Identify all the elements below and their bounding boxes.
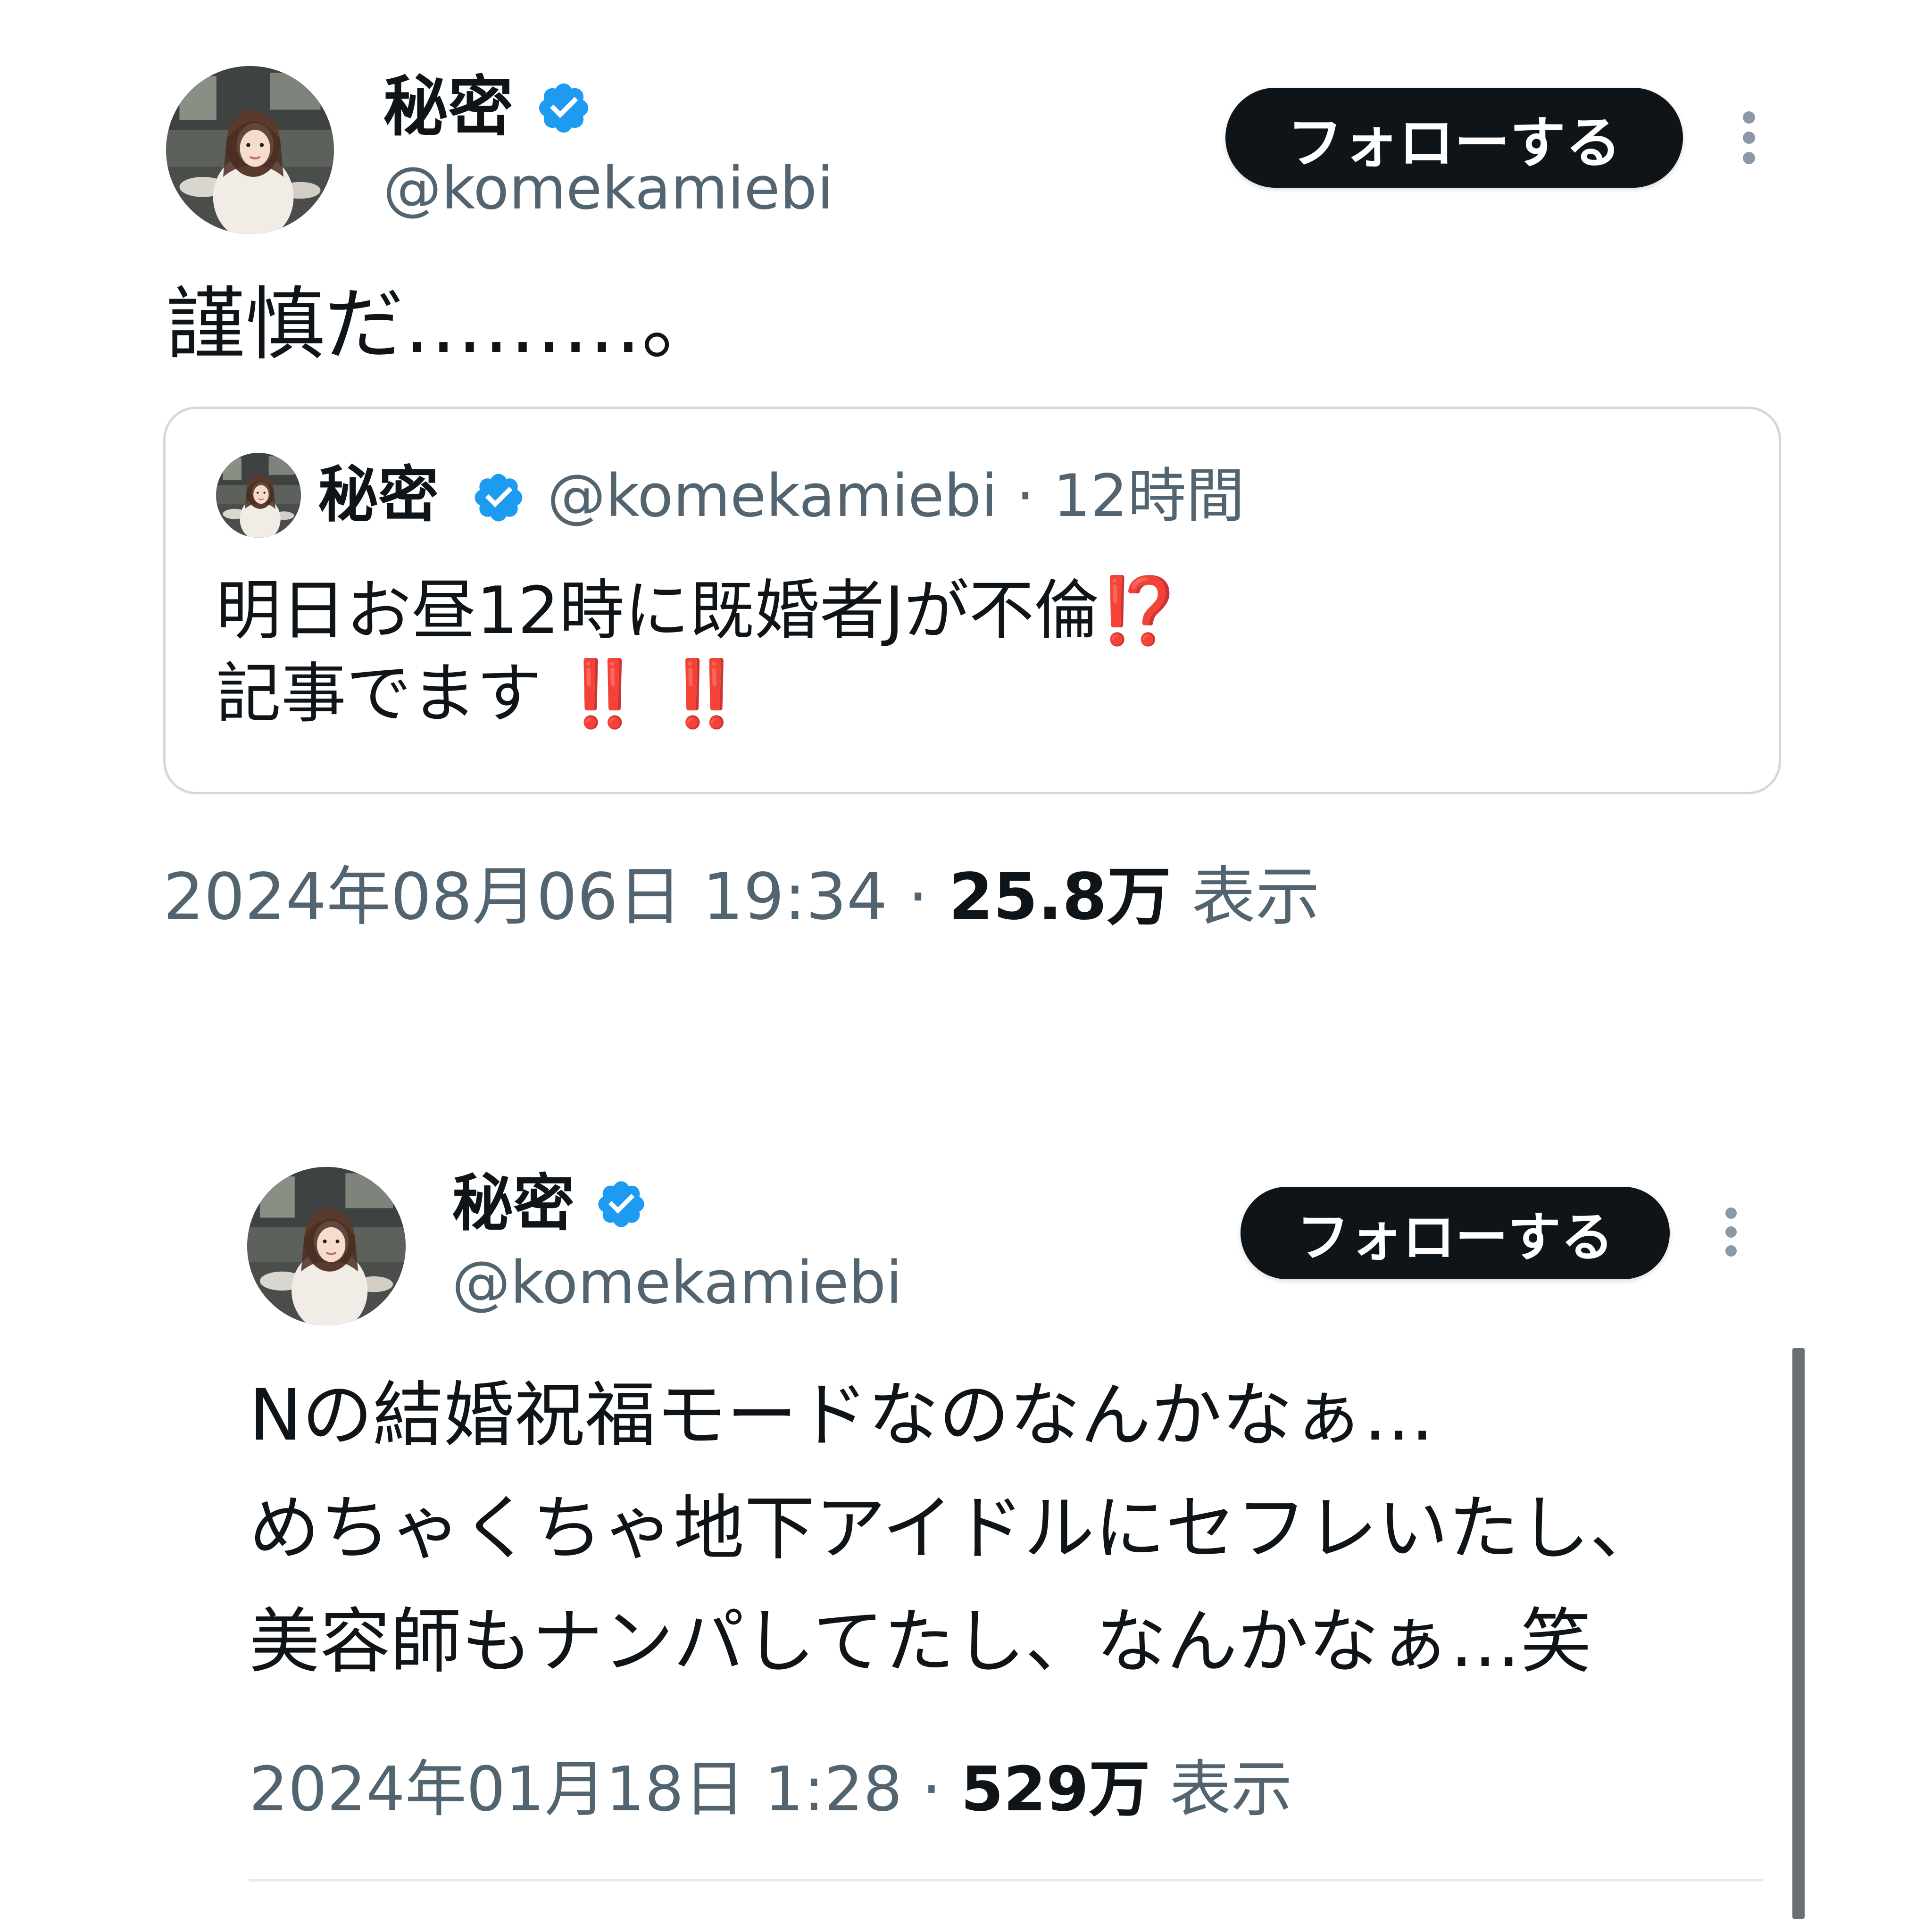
follow-button[interactable]: フォローする <box>1241 1187 1670 1279</box>
verified-badge-icon <box>535 79 592 137</box>
more-vertical-icon[interactable] <box>1722 1208 1740 1257</box>
profile-photo-avatar <box>216 453 301 538</box>
quoted-time-ago: 12時間 <box>1053 462 1245 530</box>
quoted-author-display-name: 秘密 <box>318 460 439 530</box>
author-handle[interactable]: @komekamiebi <box>452 1254 902 1312</box>
author-display-name[interactable]: 秘密 <box>383 75 513 140</box>
quoted-tweet-line-1: 明日お昼12時に既婚者Jが不倫⁉️ <box>216 578 1180 643</box>
scrollbar[interactable] <box>1792 1348 1805 1919</box>
tweet-text-line-2: めちゃくちゃ地下アイドルにセフレいたし、 <box>249 1488 1661 1570</box>
follow-button[interactable]: フォローする <box>1225 88 1683 188</box>
views-count: 529万 <box>960 1753 1150 1825</box>
author-avatar[interactable] <box>247 1167 406 1325</box>
tweet-meta: 2024年01月18日 1:28 · 529万 表示 <box>249 1758 1292 1820</box>
author-display-name[interactable]: 秘密 <box>452 1173 575 1234</box>
views-count: 25.8万 <box>949 860 1171 934</box>
tweet-text-line-3: 美容師もナンパしてたし、なんかなぁ…笑 <box>249 1601 1591 1683</box>
profile-photo-avatar <box>166 66 334 234</box>
tweet-text: 謹慎だ………。 <box>166 278 721 371</box>
verified-badge-icon <box>594 1177 648 1231</box>
double-exclamation-icon: ‼️ <box>664 656 745 732</box>
more-vertical-icon[interactable] <box>1740 111 1758 164</box>
double-exclamation-icon: ‼️ <box>562 656 643 732</box>
profile-photo-avatar <box>247 1167 406 1325</box>
quoted-author-avatar <box>216 453 301 538</box>
quoted-author-handle-and-time: @komekamiebi · 12時間 <box>547 467 1245 525</box>
verified-badge-icon <box>471 470 526 525</box>
author-handle[interactable]: @komekamiebi <box>383 159 833 218</box>
tweet-meta: 2024年08月06日 19:34 · 25.8万 表示 <box>163 865 1320 929</box>
separator-dot: · <box>908 860 928 934</box>
views-label: 表示 <box>1191 860 1320 934</box>
tweet-text-line-1: Nの結婚祝福モードなのなんかなぁ… <box>249 1374 1434 1457</box>
author-avatar[interactable] <box>166 66 334 234</box>
separator-dot: · <box>922 1753 941 1825</box>
tweet-timestamp[interactable]: 2024年01月18日 1:28 <box>249 1753 902 1825</box>
quoted-handle: @komekamiebi <box>547 462 998 530</box>
separator-dot: · <box>1016 462 1035 530</box>
views-label: 表示 <box>1169 1753 1292 1825</box>
tweet-timestamp[interactable]: 2024年08月06日 19:34 <box>163 860 887 934</box>
quoted-text-line-1: 明日お昼12時に既婚者Jが不倫 <box>216 573 1099 649</box>
quoted-tweet-line-2: 記事でます ‼️ ‼️ <box>216 661 745 726</box>
quoted-text-line-2: 記事でます <box>216 656 542 732</box>
divider <box>249 1879 1763 1882</box>
exclamation-question-icon: ⁉️ <box>1099 573 1181 649</box>
